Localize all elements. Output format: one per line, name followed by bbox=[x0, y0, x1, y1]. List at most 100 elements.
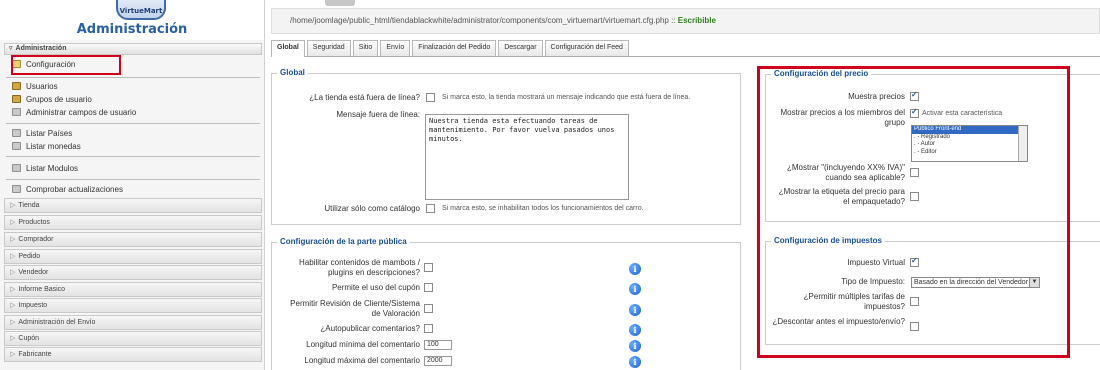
category-tienda[interactable]: ▷ Tienda bbox=[4, 198, 262, 213]
wrench-icon bbox=[12, 108, 21, 116]
config-path-bar: /home/joomlage/public_html/tiendablackwh… bbox=[271, 8, 1100, 34]
category-label: Cupón bbox=[18, 335, 40, 342]
min-length-label: Longitud mínima del comentario bbox=[306, 340, 420, 349]
category-envio[interactable]: ▷ Administración del Envío bbox=[4, 315, 262, 330]
category-cupon[interactable]: ▷ Cupón bbox=[4, 331, 262, 346]
expand-icon: ▷ bbox=[10, 335, 16, 342]
category-label: Vendedor bbox=[18, 269, 49, 276]
sidebar-item-label: Listar monedas bbox=[26, 142, 81, 151]
divider bbox=[6, 77, 260, 78]
category-comprador[interactable]: ▷ Comprador bbox=[4, 232, 262, 247]
expand-icon: ▷ bbox=[10, 319, 16, 326]
toolbar-edge bbox=[325, 0, 355, 6]
config-file-path: /home/joomlage/public_html/tiendablackwh… bbox=[290, 16, 678, 25]
category-label: Tienda bbox=[18, 202, 40, 209]
sidebar-item-label: Listar Países bbox=[26, 129, 73, 138]
offline-checkbox[interactable] bbox=[426, 93, 435, 102]
max-length-input[interactable]: 2000 bbox=[424, 356, 452, 366]
category-label: Comprador bbox=[18, 236, 54, 243]
mambots-checkbox[interactable] bbox=[424, 263, 433, 272]
info-icon[interactable]: i bbox=[629, 340, 641, 352]
expand-icon: ▷ bbox=[10, 302, 16, 309]
review-checkbox[interactable] bbox=[424, 304, 433, 313]
info-icon[interactable]: i bbox=[629, 356, 641, 368]
expand-icon: ▷ bbox=[10, 351, 16, 358]
highlight-box-price-tax bbox=[757, 66, 1070, 358]
public-config-legend: Configuración de la parte pública bbox=[277, 237, 410, 246]
sidebar-item-label: Listar Modulos bbox=[26, 164, 79, 173]
wrench-icon bbox=[12, 185, 21, 193]
coupon-label: Permite el uso del cupón bbox=[331, 283, 420, 292]
sidebar: VirtueMart Administración ▿ Administració… bbox=[0, 0, 265, 370]
expand-icon: ▷ bbox=[10, 236, 16, 243]
info-icon[interactable]: i bbox=[629, 263, 641, 275]
admin-section-header[interactable]: ▿ Administración bbox=[4, 43, 262, 55]
public-config-fieldset: Configuración de la parte pública Habili… bbox=[271, 237, 741, 370]
category-label: Productos bbox=[18, 219, 50, 226]
sidebar-item-campos[interactable]: Administrar campos de usuario bbox=[12, 107, 136, 118]
sidebar-item-label: Comprobar actualizaciones bbox=[26, 185, 123, 194]
offline-message-textarea[interactable]: Nuestra tienda esta efectuando tareas de… bbox=[425, 114, 629, 200]
category-label: Administración del Envío bbox=[18, 319, 96, 326]
max-length-label: Longitud máxima del comentario bbox=[304, 356, 420, 365]
sidebar-item-label: Grupos de usuario bbox=[26, 95, 92, 104]
autopublish-checkbox[interactable] bbox=[424, 324, 433, 333]
virtuemart-logo: VirtueMart bbox=[116, 0, 166, 20]
category-productos[interactable]: ▷ Productos bbox=[4, 215, 262, 230]
mambots-label: Habilitar contenidos de mambots / plugin… bbox=[299, 258, 420, 277]
expand-icon: ▷ bbox=[10, 202, 16, 209]
expand-icon: ▷ bbox=[10, 253, 16, 260]
tab-feed[interactable]: Configuración del Feed bbox=[544, 40, 629, 56]
tab-finalizacion[interactable]: Finalización del Pedido bbox=[412, 40, 497, 56]
sidebar-item-actualizaciones[interactable]: Comprobar actualizaciones bbox=[12, 184, 123, 195]
info-icon[interactable]: i bbox=[629, 304, 641, 316]
tab-seguridad[interactable]: Seguridad bbox=[306, 40, 351, 56]
info-icon[interactable]: i bbox=[629, 283, 641, 295]
category-vendedor[interactable]: ▷ Vendedor bbox=[4, 265, 262, 280]
tab-sitio[interactable]: Sitio bbox=[352, 40, 379, 56]
divider bbox=[6, 123, 260, 124]
category-label: Impuesto bbox=[18, 302, 48, 309]
category-label: Informe Basico bbox=[18, 286, 66, 293]
offline-note: Si marca esto, la tienda mostrará un men… bbox=[442, 94, 691, 101]
wrench-icon bbox=[12, 129, 21, 137]
tab-descargar[interactable]: Descargar bbox=[498, 40, 543, 56]
category-impuesto[interactable]: ▷ Impuesto bbox=[4, 298, 262, 313]
offline-label: ¿La tienda está fuera de línea? bbox=[309, 93, 420, 102]
tab-global[interactable]: Global bbox=[271, 40, 305, 57]
global-fieldset: Global ¿La tienda está fuera de línea? S… bbox=[271, 68, 741, 225]
tab-envio[interactable]: Envío bbox=[380, 40, 411, 56]
sidebar-item-modulos[interactable]: Listar Modulos bbox=[12, 163, 78, 174]
logo-area: VirtueMart Administración bbox=[0, 0, 264, 40]
catalog-note: Si marca esto, se inhabilitan todos los … bbox=[442, 205, 644, 212]
collapse-icon: ▿ bbox=[9, 45, 13, 52]
sidebar-item-monedas[interactable]: Listar monedas bbox=[12, 141, 81, 152]
category-label: Fabricante bbox=[18, 351, 52, 358]
users-icon bbox=[12, 82, 21, 90]
autopublish-label: ¿Autopublicar comentarios? bbox=[320, 324, 420, 333]
sidebar-item-label: Usuarios bbox=[26, 82, 58, 91]
catalog-checkbox[interactable] bbox=[426, 204, 435, 213]
offline-message-label: Mensaje fuera de línea: bbox=[336, 110, 420, 119]
groups-icon bbox=[12, 95, 21, 103]
category-fabricante[interactable]: ▷ Fabricante bbox=[4, 347, 262, 362]
min-length-input[interactable]: 100 bbox=[424, 340, 452, 350]
category-informe-basico[interactable]: ▷ Informe Basico bbox=[4, 282, 262, 297]
logo-text: VirtueMart bbox=[119, 7, 163, 15]
coupon-checkbox[interactable] bbox=[424, 283, 433, 292]
category-pedido[interactable]: ▷ Pedido bbox=[4, 249, 262, 264]
sidebar-item-usuarios[interactable]: Usuarios bbox=[12, 81, 58, 92]
divider bbox=[6, 156, 260, 157]
category-label: Pedido bbox=[18, 253, 41, 260]
expand-icon: ▷ bbox=[10, 219, 16, 226]
writable-status: Escribible bbox=[677, 16, 716, 25]
catalog-label: Utilizar sólo como catálogo bbox=[324, 204, 420, 213]
expand-icon: ▷ bbox=[10, 286, 16, 293]
global-legend: Global bbox=[277, 68, 308, 77]
divider bbox=[6, 179, 260, 180]
sidebar-item-label: Administrar campos de usuario bbox=[26, 108, 137, 117]
sidebar-item-grupos[interactable]: Grupos de usuario bbox=[12, 94, 92, 105]
info-icon[interactable]: i bbox=[629, 324, 641, 336]
admin-section-label: Administración bbox=[15, 45, 67, 52]
sidebar-item-paises[interactable]: Listar Países bbox=[12, 128, 72, 139]
